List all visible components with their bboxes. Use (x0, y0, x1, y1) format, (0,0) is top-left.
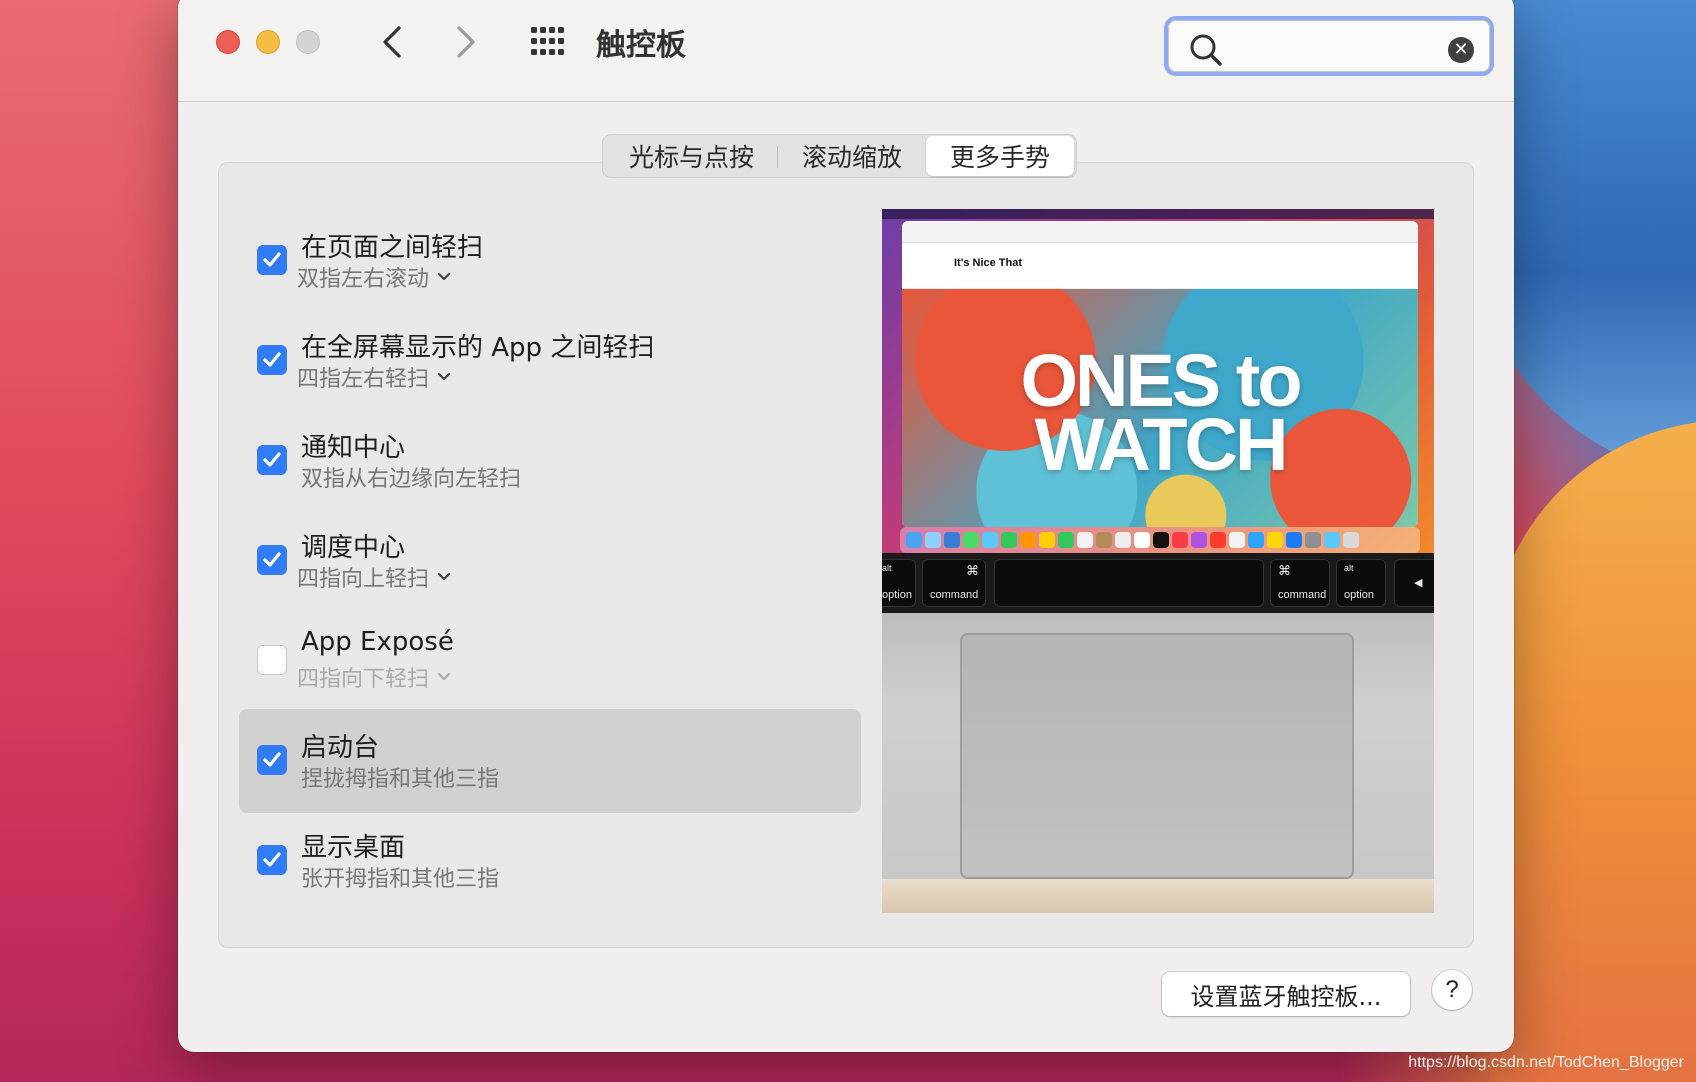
checkbox-swipe-pages[interactable] (257, 245, 287, 275)
preview-key-right-option: alt option (1336, 559, 1386, 607)
gestures-panel: 在页面之间轻扫 双指左右滚动 在全屏幕显示的 App 之间轻扫 四指左右轻扫 通… (218, 162, 1474, 948)
setup-bluetooth-trackpad-button[interactable]: 设置蓝牙触控板... (1162, 972, 1410, 1016)
titlebar: 触控板 ✕ (178, 0, 1514, 102)
wallpaper-orange-shape (1490, 420, 1696, 1082)
chevron-down-icon (437, 672, 451, 681)
checkbox-app-expose[interactable] (257, 645, 287, 675)
watermark: https://blog.csdn.net/TodChen_Blogger (1408, 1054, 1684, 1071)
tab-bar: 光标与点按 滚动缩放 更多手势 (602, 134, 1078, 178)
gesture-dropdown-swipe-fullscreen-apps[interactable]: 四指左右轻扫 (297, 361, 451, 393)
gesture-title: 在全屏幕显示的 App 之间轻扫 (301, 333, 655, 363)
forward-button[interactable] (446, 20, 486, 64)
gesture-title: App Exposé (301, 627, 454, 657)
preview-trackpad (960, 633, 1354, 879)
gesture-title: 显示桌面 (301, 833, 406, 863)
preview-key-arrow-left: ◀ (1394, 559, 1434, 607)
gesture-preview-video: It's Nice That ONES to WATCH alt option (882, 209, 1434, 913)
checkmark-icon (263, 452, 281, 467)
chevron-down-icon (437, 572, 451, 581)
help-button[interactable]: ? (1432, 970, 1472, 1010)
checkmark-icon (263, 552, 281, 567)
gesture-dropdown-swipe-pages[interactable]: 双指左右滚动 (297, 261, 451, 293)
chevron-down-icon (437, 272, 451, 281)
close-window-button[interactable] (216, 30, 240, 54)
minimize-window-button[interactable] (256, 30, 280, 54)
preview-hero-text: ONES to WATCH (902, 344, 1418, 486)
checkbox-show-desktop[interactable] (257, 845, 287, 875)
gesture-dropdown-app-expose[interactable]: 四指向下轻扫 (297, 661, 451, 693)
checkmark-icon (263, 752, 281, 767)
preview-screen: It's Nice That ONES to WATCH (882, 209, 1434, 553)
gesture-option-notification-center: 通知中心 双指从右边缘向左轻扫 (239, 409, 861, 513)
tab-point-and-click[interactable]: 光标与点按 (605, 136, 779, 176)
preview-browser: It's Nice That ONES to WATCH (902, 221, 1418, 527)
preview-browser-toolbar (902, 221, 1418, 243)
chevron-right-icon (457, 26, 475, 58)
checkbox-mission-control[interactable] (257, 545, 287, 575)
preview-key-right-command: ⌘ command (1270, 559, 1330, 607)
preview-menubar (882, 209, 1434, 219)
gesture-option-launchpad[interactable]: 启动台 捏拢拇指和其他三指 (239, 709, 861, 813)
preview-keyboard: alt option ⌘ command ⌘ command alt optio… (882, 553, 1434, 613)
gesture-subtitle: 双指左右滚动 (297, 267, 430, 292)
preview-dock (900, 527, 1420, 553)
gesture-title: 通知中心 (301, 433, 406, 463)
gesture-option-swipe-fullscreen-apps: 在全屏幕显示的 App 之间轻扫 四指左右轻扫 (239, 309, 861, 413)
zoom-window-button[interactable] (296, 30, 320, 54)
back-button[interactable] (372, 20, 412, 64)
tab-more-gestures[interactable]: 更多手势 (926, 136, 1075, 176)
gesture-option-app-expose: App Exposé 四指向下轻扫 (239, 609, 861, 713)
gesture-subtitle: 张开拇指和其他三指 (301, 867, 500, 892)
preview-desk (882, 879, 1434, 913)
gesture-option-mission-control: 调度中心 四指向上轻扫 (239, 509, 861, 613)
grid-icon (531, 27, 564, 55)
checkmark-icon (263, 252, 281, 267)
gesture-title: 启动台 (301, 733, 380, 763)
gesture-subtitle: 四指左右轻扫 (297, 367, 430, 392)
search-field[interactable]: ✕ (1164, 16, 1494, 76)
gesture-dropdown-mission-control[interactable]: 四指向上轻扫 (297, 561, 451, 593)
gesture-subtitle: 捏拢拇指和其他三指 (301, 767, 500, 792)
gesture-title: 在页面之间轻扫 (301, 233, 484, 263)
preview-key-left-option: alt option (882, 559, 916, 607)
system-preferences-window: 触控板 ✕ 在页面之间轻扫 双指左右滚动 在全屏幕显示的 App 之间轻扫 四指… (178, 0, 1514, 1052)
preview-key-space (994, 559, 1264, 607)
preview-site-logo: It's Nice That (954, 257, 1023, 269)
gesture-subtitle: 四指向下轻扫 (297, 667, 430, 692)
checkmark-icon (263, 852, 281, 867)
window-title: 触控板 (596, 28, 686, 63)
chevron-left-icon (383, 26, 401, 58)
search-icon (1190, 34, 1222, 66)
chevron-down-icon (437, 372, 451, 381)
gesture-option-show-desktop: 显示桌面 张开拇指和其他三指 (239, 809, 861, 913)
preview-hero-line2: WATCH (1034, 403, 1289, 486)
gesture-option-swipe-pages: 在页面之间轻扫 双指左右滚动 (239, 209, 861, 313)
checkbox-notification-center[interactable] (257, 445, 287, 475)
tab-scroll-and-zoom[interactable]: 滚动缩放 (778, 136, 926, 176)
clear-search-icon[interactable]: ✕ (1448, 37, 1474, 63)
gesture-subtitle: 四指向上轻扫 (297, 567, 430, 592)
show-all-grid-button[interactable] (528, 22, 568, 62)
preview-key-left-command: ⌘ command (922, 559, 986, 607)
checkmark-icon (263, 352, 281, 367)
gesture-title: 调度中心 (301, 533, 406, 563)
gesture-subtitle: 双指从右边缘向左轻扫 (301, 467, 522, 492)
checkbox-swipe-fullscreen-apps[interactable] (257, 345, 287, 375)
checkbox-launchpad[interactable] (257, 745, 287, 775)
